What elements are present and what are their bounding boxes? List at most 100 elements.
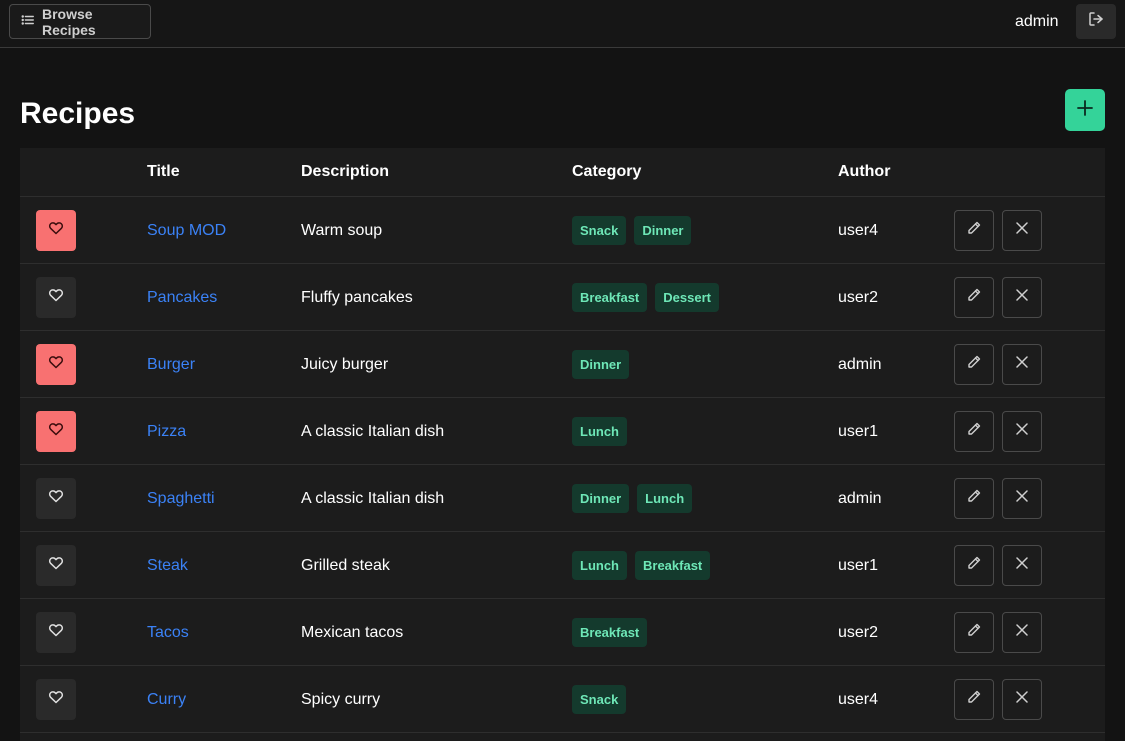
delete-button[interactable] xyxy=(1002,478,1042,519)
category-list: Breakfast xyxy=(572,618,648,647)
column-header-author: Author xyxy=(838,163,891,180)
pencil-icon xyxy=(966,689,982,710)
table-row: Steak Grilled steak Lunch Breakfast user1 xyxy=(20,532,1105,599)
pencil-icon xyxy=(966,220,982,241)
pencil-icon xyxy=(966,354,982,375)
table-row: Pizza A classic Italian dish Lunch user1 xyxy=(20,398,1105,465)
favorite-button[interactable] xyxy=(36,277,76,318)
heart-icon xyxy=(48,354,64,375)
recipe-description: Juicy burger xyxy=(301,356,389,373)
edit-button[interactable] xyxy=(954,478,994,519)
category-badge: Snack xyxy=(572,216,627,245)
pencil-icon xyxy=(966,622,982,643)
favorite-button[interactable] xyxy=(36,612,76,653)
recipe-title-link[interactable]: Spaghetti xyxy=(147,490,215,508)
recipe-author: admin xyxy=(838,490,882,507)
browse-recipes-button[interactable]: Browse Recipes xyxy=(9,4,151,39)
logout-icon xyxy=(1088,11,1104,32)
plus-icon xyxy=(1076,99,1094,122)
logout-button[interactable] xyxy=(1076,4,1116,39)
recipe-author: user2 xyxy=(838,624,879,641)
favorite-button[interactable] xyxy=(36,344,76,385)
category-badge: Breakfast xyxy=(572,283,648,312)
category-badge: Dinner xyxy=(572,484,630,513)
category-list: Lunch xyxy=(572,417,627,446)
pencil-icon xyxy=(966,421,982,442)
heart-icon xyxy=(48,555,64,576)
category-badge: Snack xyxy=(572,685,627,714)
favorite-button[interactable] xyxy=(36,210,76,251)
pencil-icon xyxy=(966,488,982,509)
heart-icon xyxy=(48,220,64,241)
delete-button[interactable] xyxy=(1002,411,1042,452)
edit-button[interactable] xyxy=(954,344,994,385)
page-title: Recipes xyxy=(20,97,136,130)
favorite-button[interactable] xyxy=(36,478,76,519)
recipe-description: Grilled steak xyxy=(301,557,390,574)
heart-icon xyxy=(48,287,64,308)
category-badge: Breakfast xyxy=(635,551,711,580)
recipe-author: user1 xyxy=(838,557,879,574)
close-icon xyxy=(1014,689,1030,710)
close-icon xyxy=(1014,622,1030,643)
top-navbar: Browse Recipes admin xyxy=(0,0,1125,48)
table-header: Title Description Category Author xyxy=(20,148,1105,197)
table-row: Spaghetti A classic Italian dish Dinner Lun… xyxy=(20,465,1105,532)
recipes-table: Title Description Category Author Soup M… xyxy=(20,148,1105,741)
delete-button[interactable] xyxy=(1002,679,1042,720)
close-icon xyxy=(1014,555,1030,576)
delete-button[interactable] xyxy=(1002,344,1042,385)
recipe-title-link[interactable]: Pancakes xyxy=(147,289,217,307)
recipe-title-link[interactable]: Curry xyxy=(147,691,186,709)
edit-button[interactable] xyxy=(954,679,994,720)
recipe-title-link[interactable]: Burger xyxy=(147,356,195,374)
recipe-description: A classic Italian dish xyxy=(301,423,445,440)
pencil-icon xyxy=(966,555,982,576)
current-username: admin xyxy=(1015,13,1059,30)
recipe-author: user1 xyxy=(838,423,879,440)
recipe-author: admin xyxy=(838,356,882,373)
category-badge: Dinner xyxy=(572,350,630,379)
edit-button[interactable] xyxy=(954,612,994,653)
delete-button[interactable] xyxy=(1002,612,1042,653)
recipe-description: A classic Italian dish xyxy=(301,490,445,507)
edit-button[interactable] xyxy=(954,277,994,318)
close-icon xyxy=(1014,421,1030,442)
heart-icon xyxy=(48,689,64,710)
heart-icon xyxy=(48,622,64,643)
category-badge: Lunch xyxy=(572,551,627,580)
edit-button[interactable] xyxy=(954,210,994,251)
favorite-button[interactable] xyxy=(36,679,76,720)
category-badge: Lunch xyxy=(637,484,693,513)
recipe-title-link[interactable]: Tacos xyxy=(147,624,189,642)
pencil-icon xyxy=(966,287,982,308)
favorite-button[interactable] xyxy=(36,411,76,452)
category-list: Breakfast Dessert xyxy=(572,283,719,312)
add-recipe-button[interactable] xyxy=(1065,89,1105,131)
category-list: Lunch Breakfast xyxy=(572,551,711,580)
heart-icon xyxy=(48,488,64,509)
recipe-description: Warm soup xyxy=(301,222,383,239)
favorite-button[interactable] xyxy=(36,545,76,586)
column-header-title: Title xyxy=(147,163,180,180)
recipe-author: user4 xyxy=(838,222,879,239)
category-list: Dinner xyxy=(572,350,630,379)
delete-button[interactable] xyxy=(1002,210,1042,251)
recipe-title-link[interactable]: Pizza xyxy=(147,423,186,441)
table-row: Burger Juicy burger Dinner admin xyxy=(20,331,1105,398)
recipe-title-link[interactable]: Steak xyxy=(147,557,188,575)
table-row: Curry Spicy curry Snack user4 xyxy=(20,666,1105,733)
category-list: Snack xyxy=(572,685,627,714)
recipe-author: user2 xyxy=(838,289,879,306)
recipe-title-link[interactable]: Soup MOD xyxy=(147,222,226,240)
edit-button[interactable] xyxy=(954,545,994,586)
delete-button[interactable] xyxy=(1002,277,1042,318)
browse-recipes-label: Browse Recipes xyxy=(42,5,96,38)
category-badge: Breakfast xyxy=(572,618,648,647)
close-icon xyxy=(1014,220,1030,241)
table-row: Pancakes Fluffy pancakes Breakfast Dessert u… xyxy=(20,264,1105,331)
delete-button[interactable] xyxy=(1002,545,1042,586)
edit-button[interactable] xyxy=(954,411,994,452)
table-row: Tacos Mexican tacos Breakfast user2 xyxy=(20,599,1105,666)
recipe-description: Mexican tacos xyxy=(301,624,404,641)
